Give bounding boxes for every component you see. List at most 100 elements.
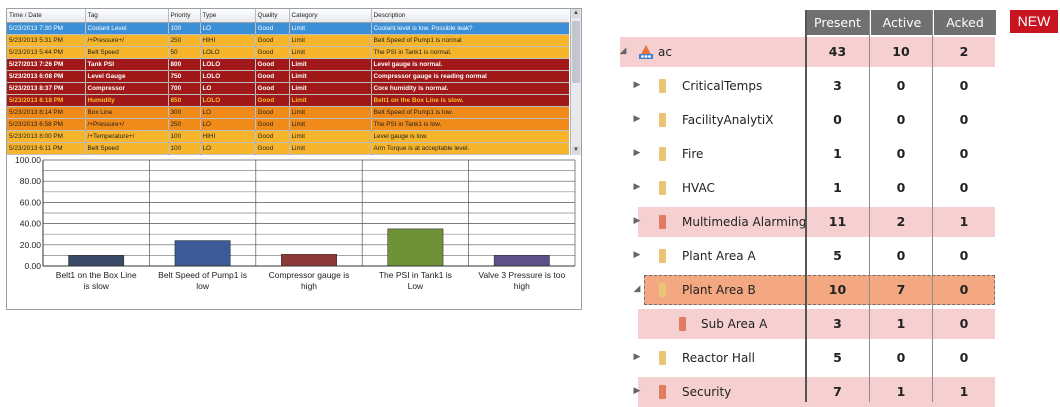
bar (68, 255, 125, 267)
tree-row[interactable]: ◢ Plant Area B 10 7 0 (612, 275, 996, 305)
folder-icon (659, 249, 666, 263)
expand-arrow-icon[interactable]: ▶ (632, 182, 642, 192)
alarm-cell-description: The PSI in Tank1 is normal. (371, 46, 569, 59)
expand-arrow-icon[interactable]: ▶ (632, 250, 642, 260)
alarm-row[interactable]: 5/23/2013 5:44 PM Belt Speed 50 LOLO Good Lim… (7, 46, 569, 59)
scroll-down-icon[interactable]: ▼ (572, 146, 580, 155)
tree-item-label: Multimedia Alarming (682, 215, 807, 229)
acked-count: 0 (959, 112, 969, 127)
alarm-cell-category: Limit (289, 94, 372, 107)
col-header-active[interactable]: Active (870, 10, 933, 35)
alarm-cell-quality: Good (255, 70, 290, 83)
present-count: 3 (833, 78, 842, 93)
x-tick-label: Belt1 on the Box Line (56, 270, 137, 280)
alarm-cell-quality: Good (255, 130, 290, 143)
col-header-present[interactable]: Present (806, 10, 869, 35)
alarm-row[interactable]: 5/23/2013 6:08 PM Level Gauge 750 LOLO Good L… (7, 70, 569, 83)
bar (387, 228, 444, 267)
alarm-cell-category: Limit (289, 106, 372, 119)
tree-item-label: Plant Area A (682, 249, 756, 263)
alarm-row[interactable]: 5/23/2013 7:30 PM Coolant Level 100 LO Good L… (7, 22, 569, 35)
tree-item-label: Reactor Hall (682, 351, 755, 365)
alarm-row[interactable]: 5/23/2013 8:00 PM/+Temperature+/100 HIHI G… (7, 130, 569, 143)
alarm-cell-time: 5/23/2013 6:08 PM (7, 70, 86, 83)
x-tick-label: Compressor gauge is (269, 270, 350, 280)
alarm-row[interactable]: 5/23/2013 8:18 PM Humidity 850 LOLO Good Limi… (7, 94, 569, 107)
col-header-priority[interactable]: Priority (168, 9, 201, 23)
tree-row[interactable]: ▶ Multimedia Alarming 11 2 1 (612, 207, 996, 237)
tree-row[interactable]: ▶ Fire 1 0 0 (612, 139, 996, 169)
x-tick-label: high (514, 281, 530, 291)
x-tick-label: is slow (83, 281, 109, 291)
acked-count: 0 (959, 78, 969, 93)
alarm-row[interactable]: 5/23/2013 6:58 PM/+Pressure+/250 LO Good Li… (7, 118, 569, 131)
alarm-cell-time: 5/23/2013 8:14 PM (7, 106, 86, 119)
alarm-cell-description: Compressor gauge is reading normal (371, 70, 569, 83)
alarm-row[interactable]: 5/23/2013 6:11 PM Belt Speed 100 LO Good Limi… (7, 142, 569, 155)
tree-row[interactable]: ◢ ac 43 10 2 (612, 37, 996, 67)
expand-arrow-icon[interactable]: ▶ (632, 216, 642, 226)
present-count: 10 (828, 282, 847, 297)
alarm-cell-priority: 100 (168, 142, 201, 155)
col-header-description[interactable]: Description (371, 9, 569, 23)
collapse-arrow-icon[interactable]: ◢ (618, 46, 628, 56)
alarm-table: Time / Date Tag Priority Type Quality Ca… (7, 9, 569, 155)
expand-arrow-icon[interactable]: ▶ (632, 114, 642, 124)
present-count: 43 (828, 44, 847, 59)
alarm-cell-quality: Good (255, 106, 290, 119)
scroll-thumb[interactable] (572, 21, 580, 83)
alarm-cell-priority: 850 (168, 94, 201, 107)
grid-scrollbar[interactable]: ▲ ▼ (570, 9, 581, 155)
alarm-cell-quality: Good (255, 58, 290, 71)
tree-row[interactable]: ▶ FacilityAnalytiX 0 0 0 (612, 105, 996, 135)
tree-row[interactable]: ▶ Security 7 1 1 (612, 377, 996, 407)
present-count: 0 (833, 112, 842, 127)
alarm-cell-type: LOLO (200, 94, 256, 107)
tree-row[interactable]: ▶ Reactor Hall 5 0 0 (612, 343, 996, 373)
expand-arrow-icon[interactable]: ▶ (632, 352, 642, 362)
col-header-quality[interactable]: Quality (255, 9, 290, 23)
alarm-row[interactable]: 5/23/2013 8:37 PM Compressor 700 LO Good Limi… (7, 82, 569, 95)
col-header-type[interactable]: Type (200, 9, 256, 23)
alarm-cell-type: LOLO (200, 58, 256, 71)
expand-arrow-icon[interactable]: ▶ (632, 148, 642, 158)
collapse-arrow-icon[interactable]: ◢ (632, 284, 642, 294)
tree-row[interactable]: ▶ HVAC 1 0 0 (612, 173, 996, 203)
alarm-cell-time: 5/27/2013 7:26 PM (7, 58, 86, 71)
col-header-tag[interactable]: Tag (85, 9, 169, 23)
tree-item-label: Security (682, 385, 732, 399)
alarm-row[interactable]: 5/27/2013 7:26 PM Tank PSI 800 LOLO Good Limi… (7, 58, 569, 71)
bar (174, 240, 231, 267)
folder-icon (659, 385, 666, 399)
alarm-cell-description: Belt Speed of Pump1 is low. (371, 106, 569, 119)
tree-row[interactable]: ▶ Plant Area A 5 0 0 (612, 241, 996, 271)
alarm-cell-type: LO (200, 22, 256, 35)
tree-item-label: ac (658, 45, 672, 59)
acked-count: 0 (959, 282, 969, 297)
expand-arrow-icon[interactable]: ▶ (632, 386, 642, 396)
alarm-cell-type: LO (200, 106, 256, 119)
active-count: 0 (896, 180, 906, 195)
alarm-cell-tag: Coolant Level (85, 22, 169, 35)
active-count: 0 (896, 248, 906, 263)
alarm-cell-tag: Compressor (85, 82, 169, 95)
tree-row[interactable]: Sub Area A 3 1 0 (612, 309, 996, 339)
alarm-cell-tag: /+Temperature+/ (85, 130, 169, 143)
col-header-acked[interactable]: Acked (933, 10, 996, 35)
alarm-row[interactable]: 5/23/2013 8:14 PM Box Line 300 LO Good Limit B… (7, 106, 569, 119)
tree-item-label: HVAC (682, 181, 715, 195)
col-header-time[interactable]: Time / Date (7, 9, 86, 23)
folder-icon (659, 181, 666, 195)
alarm-cell-tag: Box Line (85, 106, 169, 119)
present-count: 1 (833, 180, 842, 195)
present-count: 1 (833, 146, 842, 161)
alarm-row[interactable]: 5/23/2013 5:31 PM/+Pressure+/250 HIHI Good… (7, 34, 569, 47)
alarm-cell-type: HIHI (200, 34, 256, 47)
expand-arrow-icon[interactable]: ▶ (632, 80, 642, 90)
tree-row[interactable]: ▶ CriticalTemps 3 0 0 (612, 71, 996, 101)
col-header-category[interactable]: Category (289, 9, 372, 23)
active-count: 0 (896, 146, 906, 161)
column-divider (805, 10, 807, 402)
alarm-cell-description: Belt1 on the Box Line is slow. (371, 94, 569, 107)
scroll-up-icon[interactable]: ▲ (572, 9, 580, 18)
